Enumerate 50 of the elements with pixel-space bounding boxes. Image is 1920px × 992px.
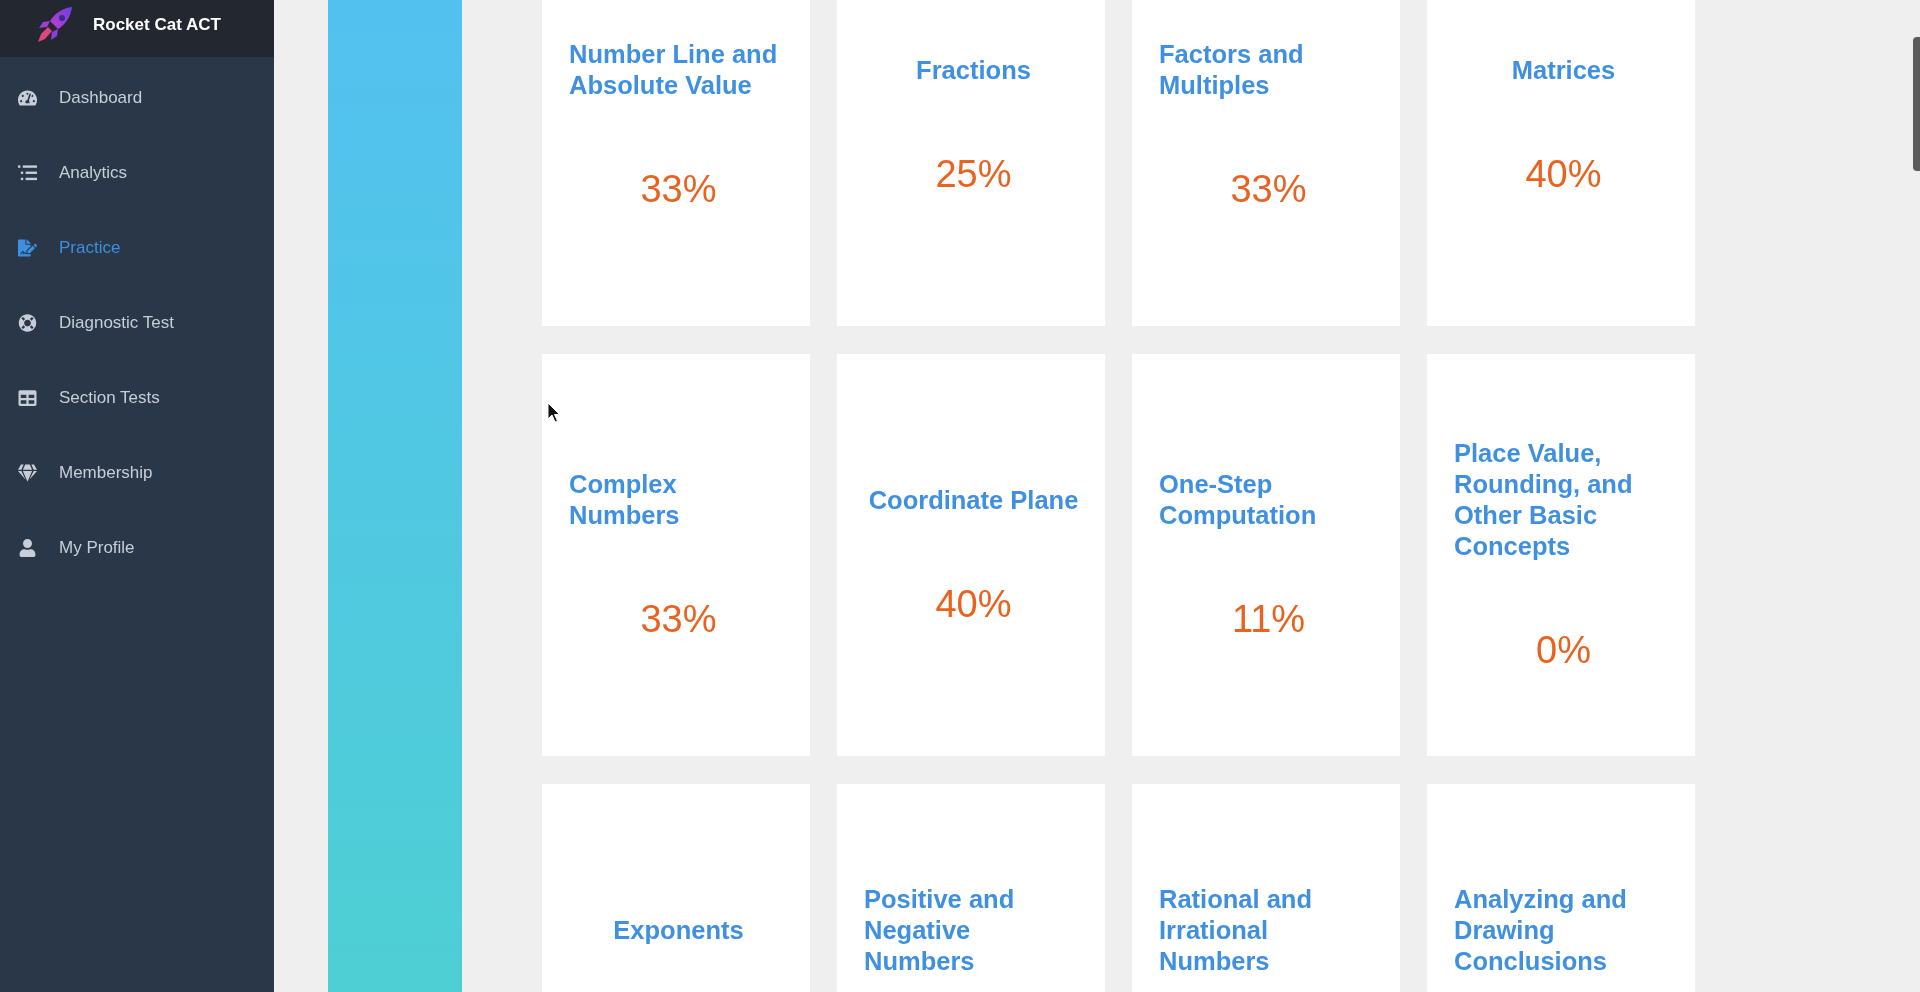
gauge-icon (18, 88, 37, 107)
topic-title: Positive and Negative Numbers (864, 883, 1016, 977)
topic-card[interactable]: Place Value, Rounding, and Other Basic Concepts 0% (1427, 354, 1695, 756)
topic-card[interactable]: Complex Numbers 33% (542, 354, 810, 756)
score-percentage: 40% (1525, 151, 1602, 196)
topic-title: One-Step Computation (1159, 469, 1318, 531)
score-percentage: 0% (1536, 628, 1591, 672)
table-icon (18, 388, 37, 407)
sidebar-nav-item[interactable]: My Profile (0, 510, 274, 585)
topic-title: Coordinate Plane (868, 484, 1079, 516)
topic-title: Complex Numbers (569, 469, 681, 531)
topic-title: Analyzing and Drawing Conclusions (1454, 883, 1628, 977)
brand-name: Rocket Cat ACT (93, 13, 221, 36)
topic-card[interactable]: One-Step Computation 11% (1132, 354, 1400, 756)
score-percentage: 33% (640, 597, 717, 641)
topic-card[interactable]: Fractions 25% (837, 0, 1105, 326)
life-ring-icon (18, 313, 37, 332)
topic-card[interactable]: Analyzing and Drawing Conclusions (1427, 784, 1695, 992)
topic-card[interactable]: Exponents (542, 784, 810, 992)
topic-card[interactable]: Number Line and Absolute Value 33% (542, 0, 810, 326)
topic-card[interactable]: Coordinate Plane 40% (837, 354, 1105, 756)
scrollbar-thumb[interactable] (1913, 37, 1920, 171)
topic-card[interactable]: Rational and Irrational Numbers (1132, 784, 1400, 992)
file-pen-icon (18, 238, 37, 257)
score-percentage: 11% (1231, 597, 1306, 641)
sidebar-nav-item[interactable]: Practice (0, 210, 274, 285)
topic-card[interactable]: Positive and Negative Numbers (837, 784, 1105, 992)
topic-title: Place Value, Rounding, and Other Basic Concepts (1454, 438, 1634, 562)
rocket-logo-icon (37, 6, 73, 43)
sidebar-nav-item[interactable]: Analytics (0, 135, 274, 210)
sidebar-nav-item[interactable]: Dashboard (0, 60, 274, 135)
topic-title: Fractions (916, 54, 1031, 86)
sidebar-nav-item[interactable]: Section Tests (0, 360, 274, 435)
sidebar-nav-item[interactable]: Diagnostic Test (0, 285, 274, 360)
topic-title: Matrices (1511, 54, 1616, 86)
topic-card[interactable]: Factors and Multiples 33% (1132, 0, 1400, 326)
sidebar-nav-item[interactable]: Membership (0, 435, 274, 510)
score-percentage: 33% (640, 167, 717, 211)
topic-title: Rational and Irrational Numbers (1159, 883, 1313, 977)
diamond-icon (18, 463, 37, 482)
topic-title: Factors and Multiples (1159, 39, 1305, 101)
list-icon (18, 163, 37, 182)
score-percentage: 40% (935, 581, 1012, 626)
mouse-cursor-icon (547, 402, 560, 423)
score-percentage: 25% (935, 151, 1012, 196)
topic-card[interactable]: Matrices 40% (1427, 0, 1695, 326)
topic-title: Number Line and Absolute Value (569, 39, 779, 101)
user-icon (18, 538, 37, 557)
score-percentage: 33% (1230, 167, 1307, 211)
topic-title: Exponents (613, 914, 744, 946)
